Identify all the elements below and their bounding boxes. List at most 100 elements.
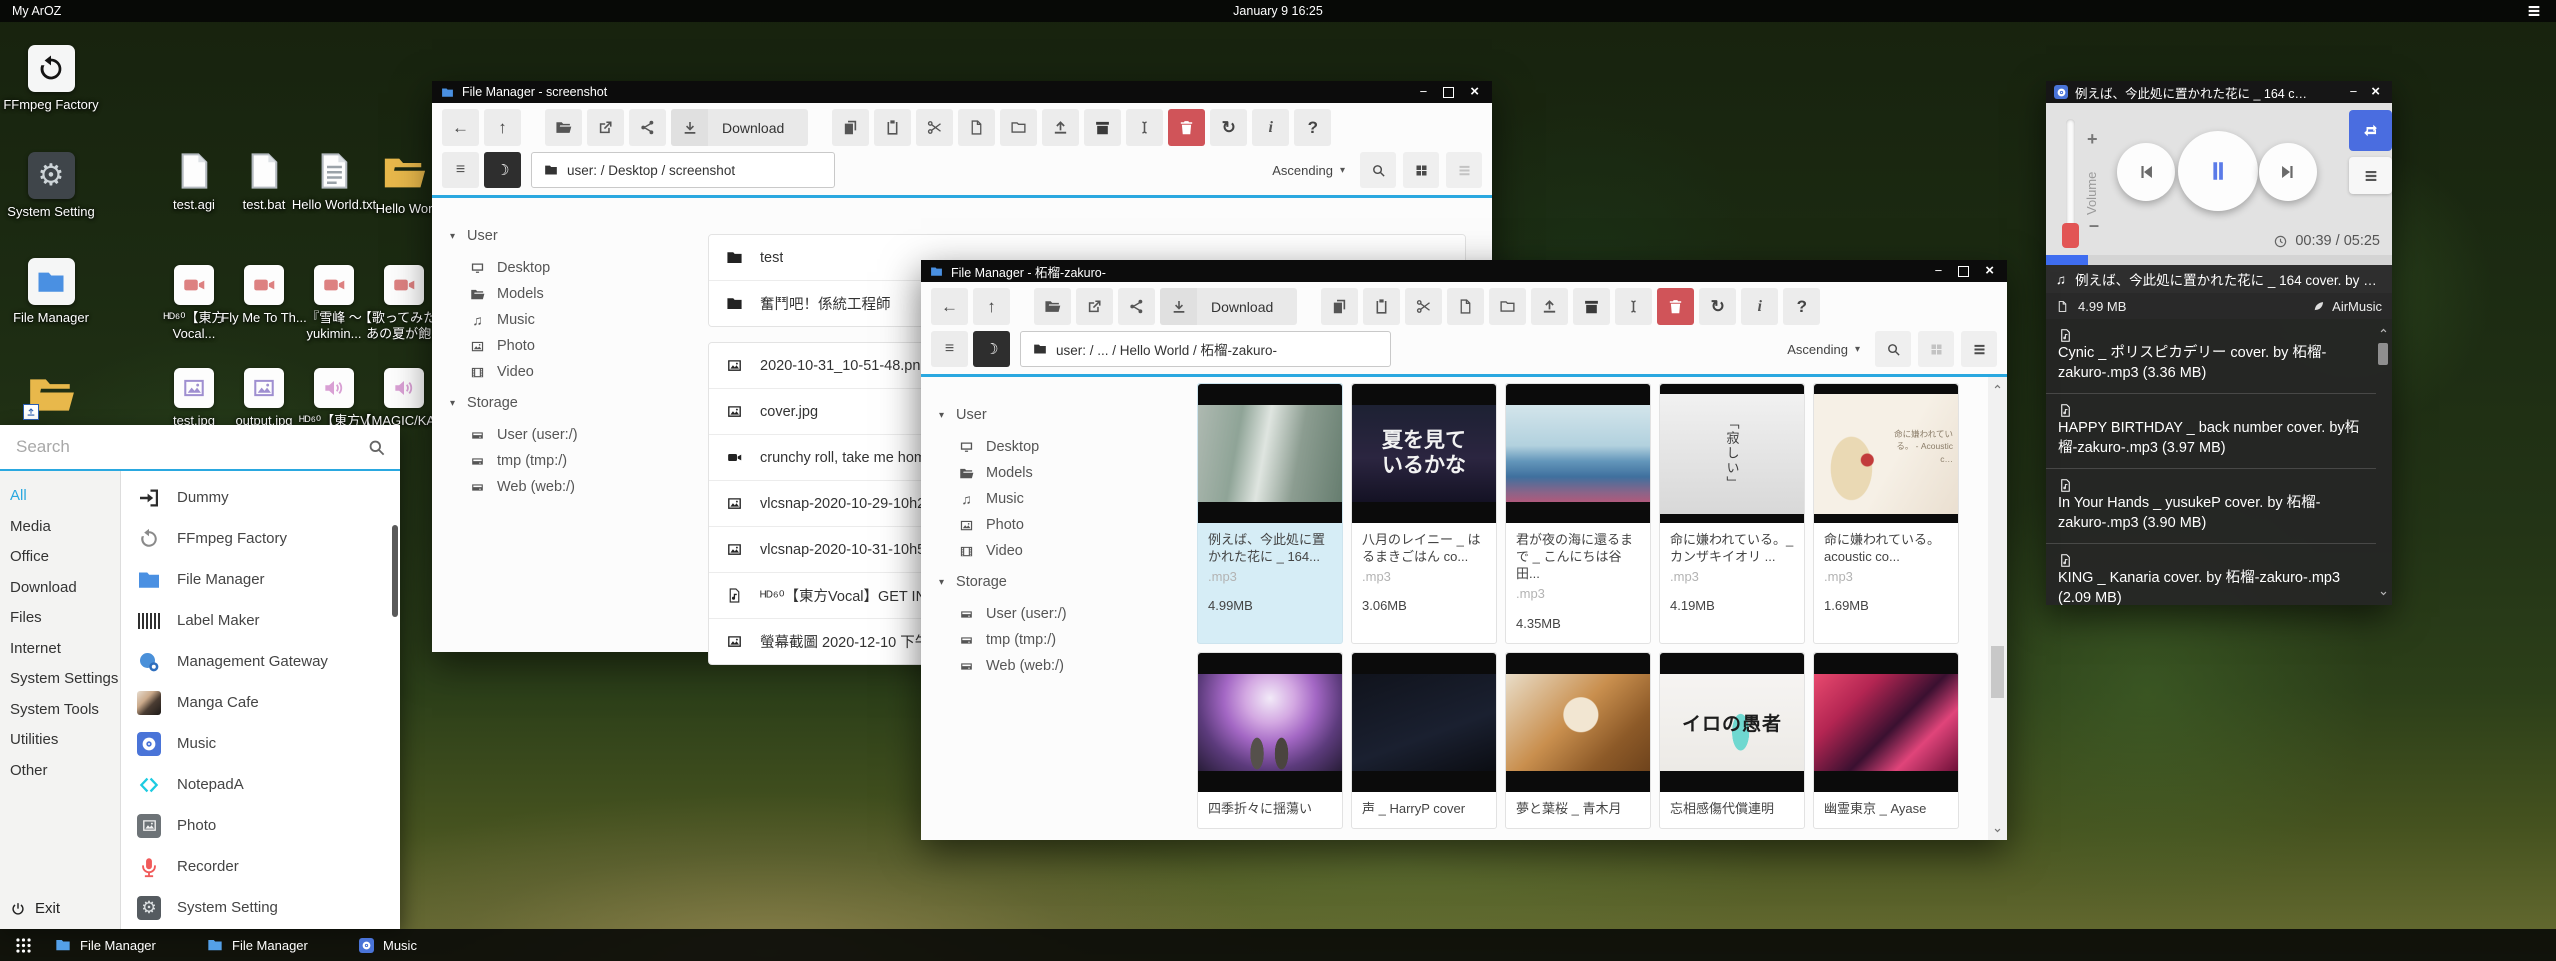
archive-button[interactable] (1573, 288, 1610, 325)
minimize-button[interactable]: − (2350, 81, 2358, 103)
taskbar-item-file-manager-2[interactable]: File Manager (207, 937, 359, 953)
download-button[interactable]: Download (1160, 288, 1297, 325)
topbar-menu-button[interactable] (2526, 3, 2556, 19)
grid-item-selected[interactable]: 例えば、今此処に置かれた花に _ 164....mp34.99MB (1197, 383, 1343, 644)
repeat-button[interactable] (2349, 110, 2392, 151)
paste-button[interactable] (874, 109, 911, 146)
app-photo[interactable]: Photo (121, 805, 400, 846)
playlist-item[interactable]: Cynic _ ポリスピカデリー cover. by 柘榴-zakuro-.mp… (2046, 319, 2376, 394)
cut-button[interactable] (1405, 288, 1442, 325)
playlist-item[interactable]: HAPPY BIRTHDAY _ back number cover. by柘榴… (2046, 394, 2376, 469)
desktop-icon-system-setting[interactable]: ⚙ System Setting (1, 152, 101, 220)
sidebar-item-photo[interactable]: Photo (448, 333, 694, 359)
scroll-up-icon[interactable] (2378, 325, 2389, 336)
app-system-setting[interactable]: ⚙System Setting (121, 887, 400, 928)
share-button[interactable] (629, 109, 666, 146)
minimize-button[interactable]: − (1935, 260, 1943, 282)
theme-toggle-button[interactable]: ☾ (973, 331, 1010, 367)
app-manga-cafe[interactable]: Manga Cafe (121, 682, 400, 723)
upload-button[interactable] (1042, 109, 1079, 146)
open-in-new-button[interactable] (1076, 288, 1113, 325)
delete-button[interactable] (1168, 109, 1205, 146)
app-management-gateway[interactable]: Management Gateway (121, 641, 400, 682)
minimize-button[interactable]: − (1420, 81, 1428, 103)
theme-toggle-button[interactable]: ☾ (484, 152, 521, 188)
previous-track-button[interactable] (2117, 143, 2175, 201)
close-button[interactable]: × (2371, 81, 2380, 103)
upload-button[interactable] (1531, 288, 1568, 325)
maximize-button[interactable] (1958, 266, 1969, 277)
grid-scrollbar[interactable] (1988, 377, 2007, 840)
back-button[interactable]: ← (442, 109, 479, 146)
download-button[interactable]: Download (671, 109, 808, 146)
back-button[interactable]: ← (931, 288, 968, 325)
sidebar-item-photo[interactable]: Photo (937, 512, 1183, 538)
taskbar-item-music[interactable]: Music (359, 938, 511, 953)
search-files-button[interactable] (1875, 331, 1911, 367)
up-button[interactable]: ↑ (484, 109, 521, 146)
help-button[interactable]: ? (1294, 109, 1331, 146)
grid-item[interactable]: 夢と葉桜 _ 青木月 (1505, 652, 1651, 829)
cut-button[interactable] (916, 109, 953, 146)
app-music[interactable]: Music (121, 723, 400, 764)
category-all[interactable]: All (10, 487, 120, 504)
title-bar[interactable]: File Manager - screenshot − × (432, 81, 1492, 103)
paste-button[interactable] (1363, 288, 1400, 325)
category-media[interactable]: Media (10, 518, 120, 535)
app-ffmpeg-factory[interactable]: FFmpeg Factory (121, 518, 400, 559)
sidebar-item-music[interactable]: ♫Music (448, 307, 694, 333)
sidebar-section-storage[interactable]: ▾Storage (939, 574, 1183, 590)
sidebar-item-music[interactable]: ♫Music (937, 486, 1183, 512)
archive-button[interactable] (1084, 109, 1121, 146)
pause-button[interactable] (2178, 131, 2258, 211)
category-download[interactable]: Download (10, 579, 120, 596)
grid-item[interactable]: 夏を見て いるかな 八月のレイニー _ はるまきごはん co....mp33.0… (1351, 383, 1497, 644)
rename-button[interactable] (1126, 109, 1163, 146)
menu-button[interactable]: ≡ (442, 152, 479, 188)
playlist-item[interactable]: KING _ Kanaria cover. by 柘榴-zakuro-.mp3 … (2046, 544, 2376, 605)
list-view-button[interactable] (1446, 152, 1482, 188)
list-view-button[interactable] (1961, 331, 1997, 367)
sidebar-item-web-drive[interactable]: Web (web:/) (448, 474, 694, 500)
sidebar-item-models[interactable]: Models (448, 281, 694, 307)
rename-button[interactable] (1615, 288, 1652, 325)
category-system-tools[interactable]: System Tools (10, 701, 120, 718)
grid-view-button[interactable] (1403, 152, 1439, 188)
scroll-down-icon[interactable] (2378, 588, 2389, 599)
category-utilities[interactable]: Utilities (10, 731, 120, 748)
app-list-scrollbar[interactable] (392, 525, 398, 617)
sidebar-section-storage[interactable]: ▾Storage (450, 395, 694, 411)
info-button[interactable]: i (1741, 288, 1778, 325)
refresh-button[interactable]: ↻ (1699, 288, 1736, 325)
sidebar-section-user[interactable]: ▾User (450, 228, 694, 244)
app-label-maker[interactable]: Label Maker (121, 600, 400, 641)
grid-item[interactable]: 君が夜の海に還るまで _ こんにちは谷田....mp34.35MB (1505, 383, 1651, 644)
category-files[interactable]: Files (10, 609, 120, 626)
category-other[interactable]: Other (10, 762, 120, 779)
app-dummy[interactable]: Dummy (121, 477, 400, 518)
sort-dropdown[interactable]: Ascending▾ (1272, 163, 1353, 178)
path-input[interactable]: user: / Desktop / screenshot (531, 152, 835, 188)
open-in-new-button[interactable] (587, 109, 624, 146)
path-input[interactable]: user: / ... / Hello World / 柘榴-zakuro- (1020, 331, 1391, 367)
sidebar-item-user-drive[interactable]: User (user:/) (448, 422, 694, 448)
category-internet[interactable]: Internet (10, 640, 120, 657)
maximize-button[interactable] (1443, 87, 1454, 98)
scroll-down-icon[interactable] (1988, 825, 2007, 836)
up-button[interactable]: ↑ (973, 288, 1010, 325)
scroll-up-icon[interactable] (1988, 381, 2007, 392)
sidebar-item-tmp-drive[interactable]: tmp (tmp:/) (937, 627, 1183, 653)
new-folder-button[interactable] (1489, 288, 1526, 325)
grid-view-button[interactable] (1918, 331, 1954, 367)
open-button[interactable] (545, 109, 582, 146)
help-button[interactable]: ? (1783, 288, 1820, 325)
category-office[interactable]: Office (10, 548, 120, 565)
volume-slider-thumb[interactable] (2062, 223, 2079, 248)
sidebar-item-desktop[interactable]: Desktop (448, 255, 694, 281)
delete-button[interactable] (1657, 288, 1694, 325)
scrollbar-thumb[interactable] (2378, 343, 2388, 365)
app-launcher-button[interactable] (14, 936, 33, 955)
new-folder-button[interactable] (1000, 109, 1037, 146)
sidebar-item-video[interactable]: Video (937, 538, 1183, 564)
close-button[interactable]: × (1985, 260, 1994, 282)
